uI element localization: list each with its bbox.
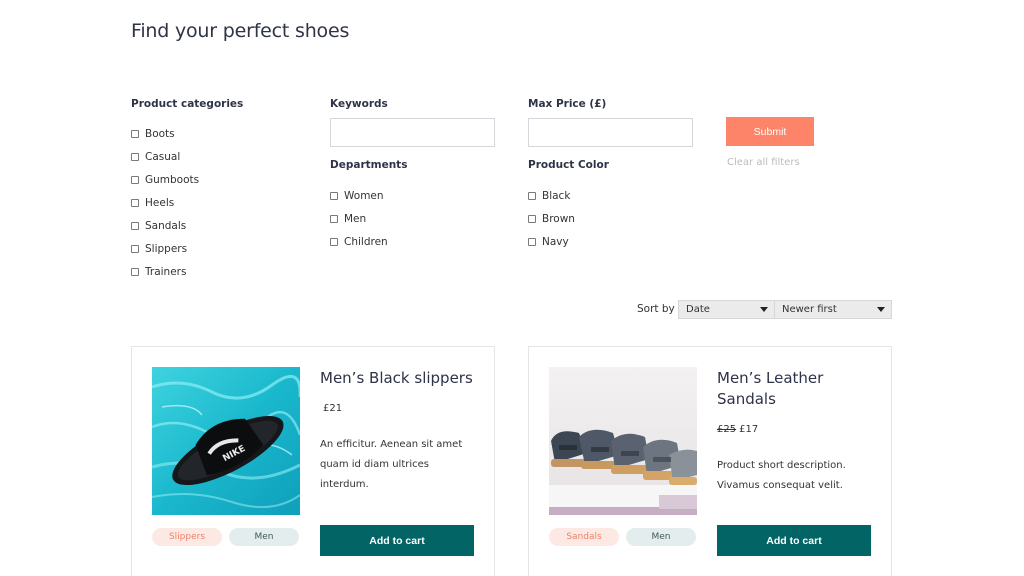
caret-down-icon [877, 307, 885, 312]
page-title: Find your perfect shoes [131, 20, 350, 42]
department-children[interactable]: Children [330, 235, 388, 249]
color-option-label: Brown [542, 213, 575, 225]
department-tag[interactable]: Men [229, 528, 299, 546]
keywords-input[interactable] [330, 118, 495, 147]
department-label: Men [344, 213, 367, 225]
category-tag[interactable]: Sandals [549, 528, 619, 546]
checkbox[interactable] [330, 238, 338, 246]
category-label: Casual [145, 151, 181, 163]
color-option-label: Black [542, 190, 571, 202]
category-label: Gumboots [145, 174, 200, 186]
department-tag[interactable]: Men [626, 528, 696, 546]
product-price: £25 £17 [717, 424, 758, 435]
product-description: An efficitur. Aenean sit amet quam id di… [320, 439, 463, 490]
product-price: £21 [320, 403, 342, 414]
checkbox[interactable] [330, 215, 338, 223]
sort-label: Sort by [637, 303, 675, 315]
department-label: Women [344, 190, 384, 202]
checkbox[interactable] [528, 238, 536, 246]
sort-order-select[interactable]: Newer first [774, 300, 892, 319]
category-label: Trainers [145, 266, 187, 278]
category-gumboots[interactable]: Gumboots [131, 173, 199, 187]
color-black[interactable]: Black [528, 189, 570, 203]
product-card: Men’s Leather Sandals £25 £17 Product sho… [528, 346, 892, 576]
category-tag[interactable]: Slippers [152, 528, 222, 546]
department-women[interactable]: Women [330, 189, 384, 203]
sort-order-value: Newer first [782, 304, 837, 315]
checkbox[interactable] [131, 222, 139, 230]
current-price: £21 [323, 403, 343, 414]
keywords-label: Keywords [330, 98, 388, 110]
category-boots[interactable]: Boots [131, 127, 175, 141]
max-price-input[interactable] [528, 118, 693, 147]
checkbox[interactable] [528, 192, 536, 200]
checkbox[interactable] [131, 176, 139, 184]
checkbox[interactable] [131, 130, 139, 138]
departments-label: Departments [330, 159, 408, 171]
department-label: Children [344, 236, 388, 248]
product-title[interactable]: Men’s Black slippers [320, 368, 480, 389]
add-to-cart-button[interactable]: Add to cart [320, 525, 474, 556]
category-slippers[interactable]: Slippers [131, 242, 187, 256]
category-sandals[interactable]: Sandals [131, 219, 186, 233]
checkbox[interactable] [131, 245, 139, 253]
product-title[interactable]: Men’s Leather Sandals [717, 368, 877, 410]
color-brown[interactable]: Brown [528, 212, 575, 226]
submit-button[interactable]: Submit [726, 117, 814, 146]
checkbox[interactable] [330, 192, 338, 200]
color-option-label: Navy [542, 236, 569, 248]
current-price: £17 [739, 424, 759, 435]
color-label: Product Color [528, 159, 609, 171]
category-label: Boots [145, 128, 175, 140]
old-price: £25 [717, 424, 737, 435]
category-label: Slippers [145, 243, 188, 255]
product-card: NIKE Men’s Black slippers £21 An efficit… [131, 346, 495, 576]
category-heels[interactable]: Heels [131, 196, 174, 210]
add-to-cart-button[interactable]: Add to cart [717, 525, 871, 556]
checkbox[interactable] [131, 199, 139, 207]
category-trainers[interactable]: Trainers [131, 265, 186, 279]
caret-down-icon [760, 307, 768, 312]
clear-filters-link[interactable]: Clear all filters [727, 157, 800, 168]
sandals-photo-icon[interactable] [549, 367, 697, 515]
sort-field-value: Date [686, 304, 710, 315]
color-navy[interactable]: Navy [528, 235, 569, 249]
checkbox[interactable] [528, 215, 536, 223]
checkbox[interactable] [131, 268, 139, 276]
department-men[interactable]: Men [330, 212, 366, 226]
max-price-label: Max Price (£) [528, 98, 607, 110]
product-description: Product short description. Vivamus conse… [717, 460, 846, 491]
slipper-photo-icon[interactable]: NIKE [152, 367, 300, 515]
category-label: Heels [145, 197, 175, 209]
category-label: Sandals [145, 220, 187, 232]
checkbox[interactable] [131, 153, 139, 161]
sort-field-select[interactable]: Date [678, 300, 775, 319]
category-casual[interactable]: Casual [131, 150, 180, 164]
categories-label: Product categories [131, 98, 244, 110]
